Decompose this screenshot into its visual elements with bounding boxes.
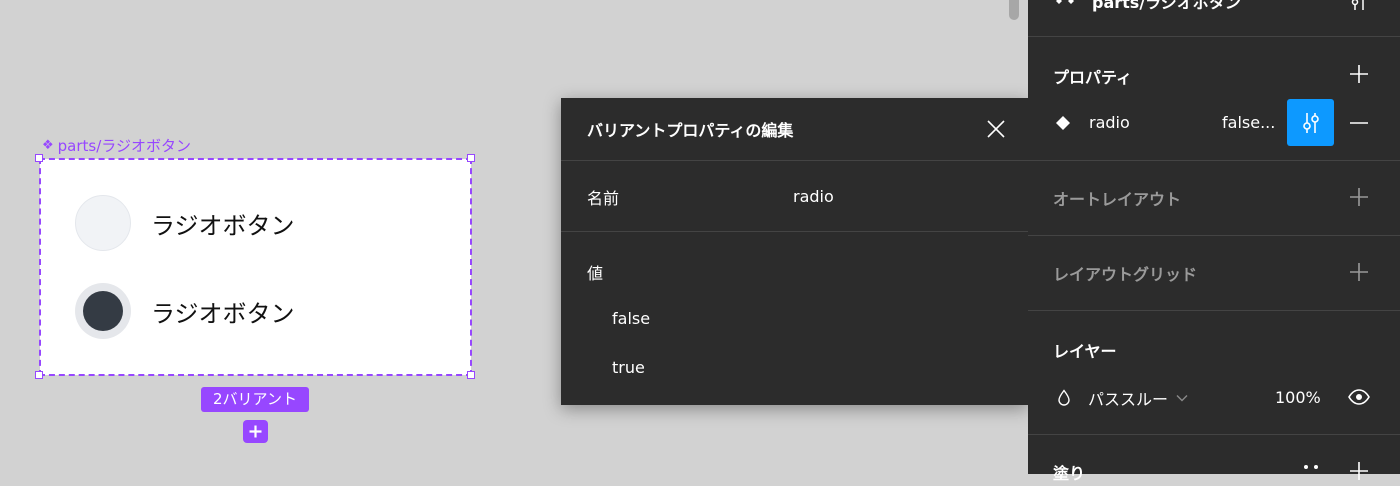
close-button[interactable] [985,118,1007,140]
radio-label: ラジオボタン [151,299,295,328]
layout-grid-title: レイアウトグリッド [1053,265,1198,284]
plus-icon [1350,263,1368,281]
canvas-scrollbar[interactable] [1009,0,1019,20]
component-set-icon: ❖ [42,138,54,153]
edit-variant-property-dialog: バリアントプロパティの編集 名前 値 false true [561,98,1028,405]
component-set-frame[interactable]: ラジオボタン ラジオボタン [40,159,471,375]
resize-handle-bottom-left[interactable] [35,371,43,379]
blend-mode-dropdown[interactable]: パススルー [1088,385,1188,411]
fill-title: 塗り [1053,464,1086,483]
dialog-title: バリアントプロパティの編集 [587,121,794,140]
radio-checked-icon [75,283,131,339]
properties-section: プロパティ radio false... [1028,37,1400,161]
plus-icon [1350,65,1368,83]
opacity-value[interactable]: 100% [1275,388,1321,407]
add-auto-layout-button[interactable] [1348,186,1370,208]
add-property-button[interactable] [1348,63,1370,85]
property-name-row: 名前 [561,161,1028,232]
property-name[interactable]: radio [1089,113,1130,132]
eye-icon[interactable] [1348,389,1370,405]
adjust-icon [1302,112,1319,133]
property-name-input[interactable] [793,182,1003,210]
variant-count-badge: 2バリアント [201,387,309,412]
property-value[interactable]: false... [1222,113,1275,132]
layer-row: パススルー 100% [1028,385,1400,411]
resize-handle-top-right[interactable] [467,154,475,162]
add-layout-grid-button[interactable] [1348,261,1370,283]
dialog-header: バリアントプロパティの編集 [561,98,1028,161]
component-set-name: parts/ラジオボタン [57,137,191,155]
chevron-down-icon [1176,395,1188,402]
adjust-icon[interactable] [1349,0,1369,10]
name-label: 名前 [587,189,620,208]
auto-layout-title: オートレイアウト [1053,190,1182,209]
component-set-icon [1056,0,1074,4]
component-set-label[interactable]: ❖ parts/ラジオボタン [42,136,191,156]
radio-variant-true[interactable]: ラジオボタン [75,283,295,339]
edit-property-button[interactable] [1287,99,1334,146]
properties-title: プロパティ [1053,68,1133,87]
radio-variant-false[interactable]: ラジオボタン [75,195,295,251]
component-name: parts/ラジオボタン [1092,0,1241,12]
plus-icon [1350,188,1368,206]
plus-icon [1350,462,1368,480]
resize-handle-bottom-right[interactable] [467,371,475,379]
add-fill-button[interactable] [1348,460,1370,482]
minus-icon [1350,122,1368,124]
remove-property-button[interactable] [1348,112,1370,134]
radio-unchecked-icon [75,195,131,251]
radio-label: ラジオボタン [151,211,295,240]
fill-section: 塗り [1028,435,1400,483]
add-variant-button[interactable] [243,420,268,443]
resize-handle-top-left[interactable] [35,154,43,162]
layout-grid-section: レイアウトグリッド [1028,236,1400,311]
blend-mode-value: パススルー [1088,390,1169,409]
component-header-section: parts/ラジオボタン [1028,0,1400,37]
blend-mode-drop-icon [1058,389,1070,406]
values-label: 値 [587,264,604,283]
styles-icon[interactable] [1302,464,1322,470]
property-value-false[interactable]: false [612,309,650,328]
variant-property-icon [1056,116,1070,130]
close-icon [987,120,1005,138]
auto-layout-section: オートレイアウト [1028,161,1400,236]
layer-section: レイヤー [1028,311,1400,435]
layer-title: レイヤー [1053,342,1117,361]
property-value-true[interactable]: true [612,358,645,377]
plus-icon [249,425,262,438]
design-panel: parts/ラジオボタン プロパティ radio false... オートレイア… [1028,0,1400,483]
